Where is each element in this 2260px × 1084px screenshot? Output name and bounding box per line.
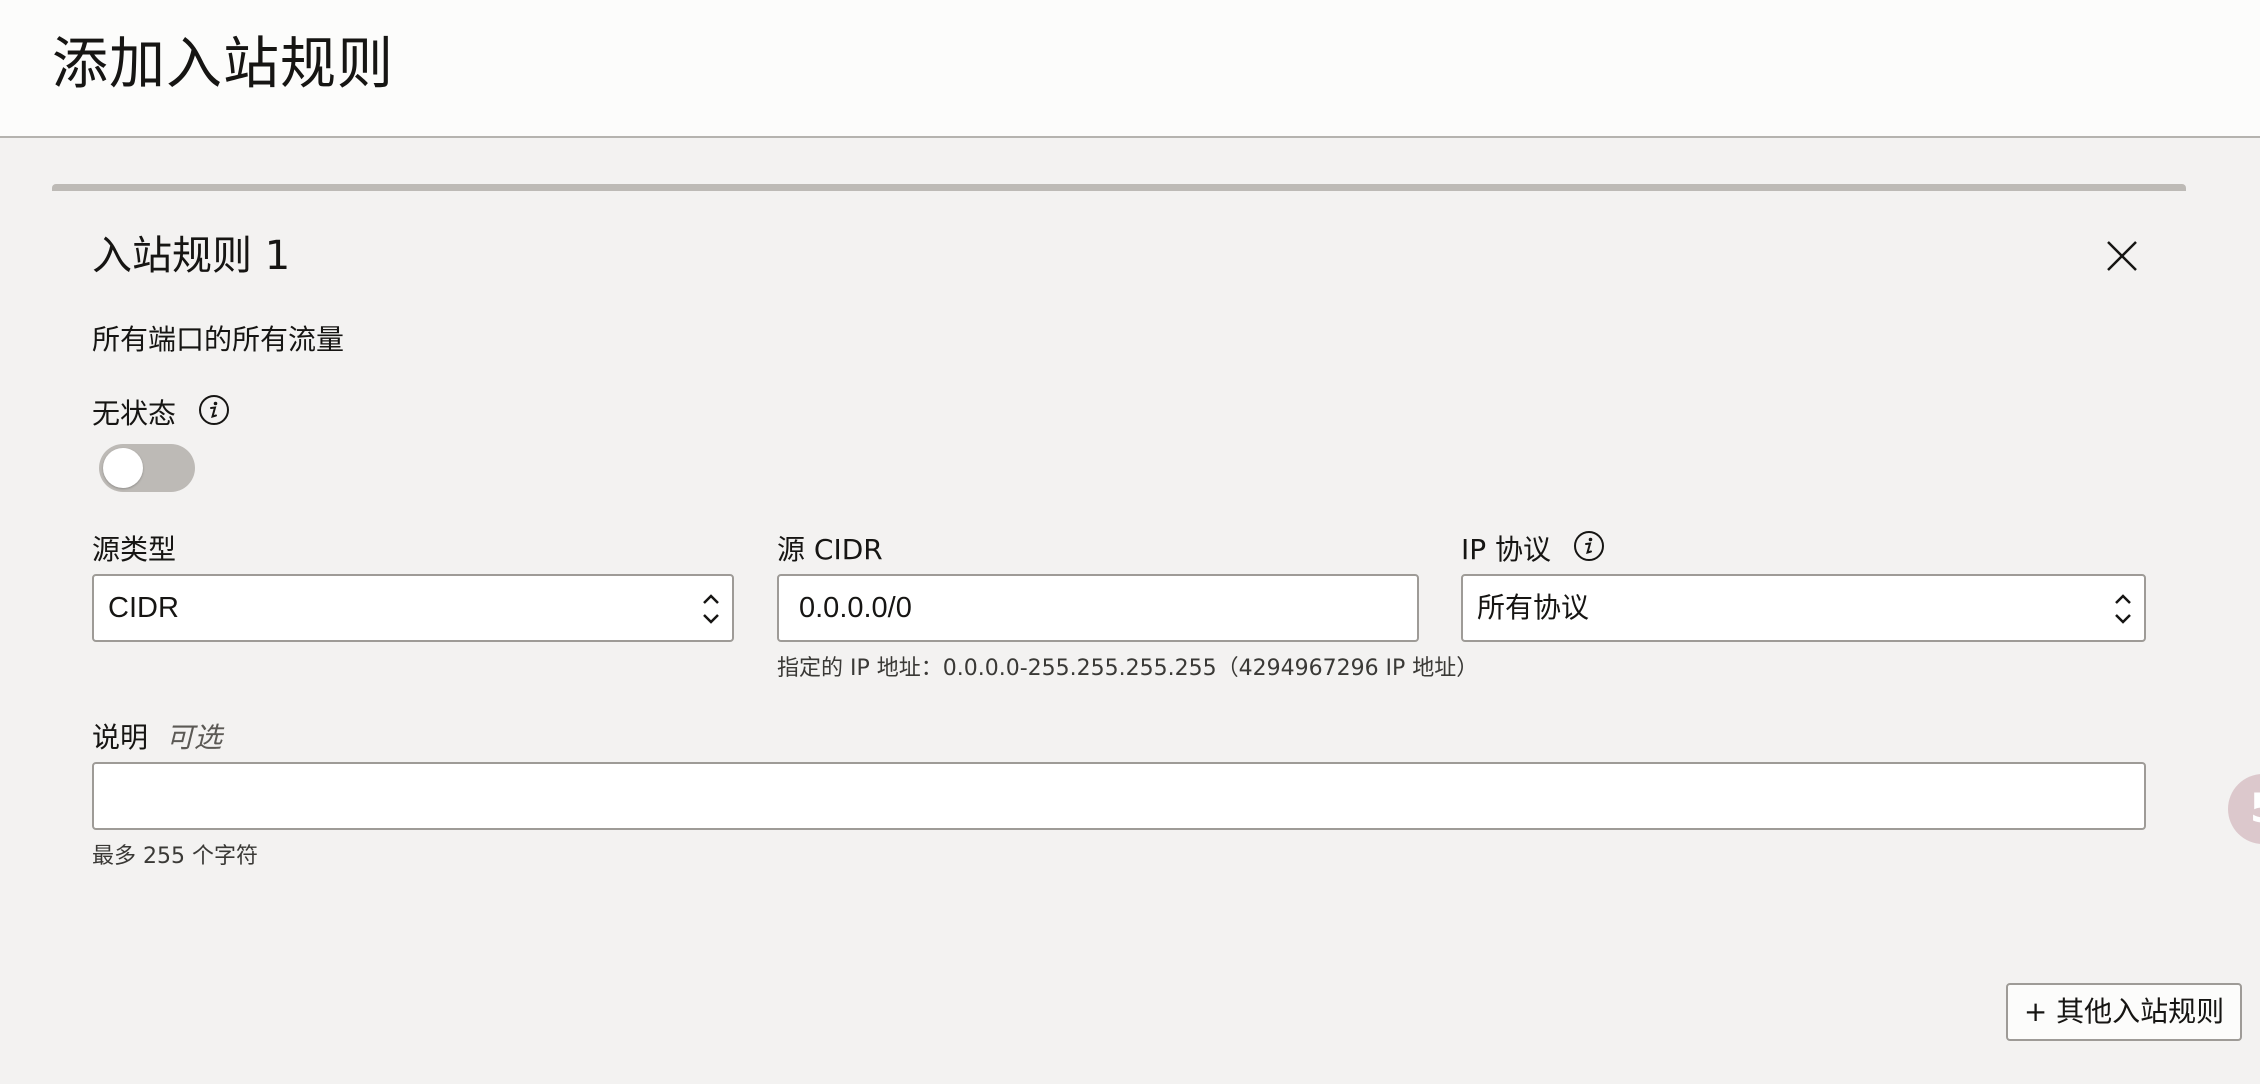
floating-help-badge[interactable]: 5 (2228, 774, 2260, 844)
page-header: 添加入站规则 (0, 0, 2260, 138)
description-optional-hint: 可选 (166, 721, 223, 754)
page-title: 添加入站规则 (52, 32, 394, 97)
rule-title: 入站规则 1 (92, 233, 291, 279)
description-input[interactable] (92, 762, 2146, 830)
ip-protocol-value: 所有协议 (1477, 591, 1590, 624)
floating-badge-text: 5 (2250, 786, 2260, 832)
source-type-select[interactable]: CIDR (92, 574, 734, 642)
source-cidr-label: 源 CIDR (777, 533, 883, 566)
ip-protocol-info-icon[interactable] (1573, 530, 1605, 562)
updown-chevron-icon (2115, 594, 2131, 624)
stateless-info-icon[interactable] (198, 394, 230, 426)
ip-protocol-select[interactable]: 所有协议 (1461, 574, 2146, 642)
source-cidr-help: 指定的 IP 地址：0.0.0.0-255.255.255.255（429496… (777, 656, 1479, 681)
source-type-value: CIDR (108, 592, 179, 624)
stateless-toggle[interactable] (99, 444, 195, 492)
description-label: 说明 (92, 721, 149, 754)
add-another-ingress-rule-button[interactable]: + 其他入站规则 (2006, 983, 2242, 1041)
source-type-label: 源类型 (92, 533, 177, 566)
rule-summary: 所有端口的所有流量 (92, 323, 345, 356)
description-help: 最多 255 个字符 (92, 844, 258, 869)
close-icon[interactable] (2100, 234, 2144, 278)
ip-protocol-label: IP 协议 (1461, 533, 1552, 566)
description-label-row: 说明 可选 (92, 720, 222, 756)
rule-card-top-border (52, 184, 2186, 191)
toggle-knob (103, 448, 143, 488)
stateless-label: 无状态 (92, 397, 177, 430)
source-cidr-value: 0.0.0.0/0 (799, 592, 912, 624)
updown-chevron-icon (703, 594, 719, 624)
source-cidr-input[interactable]: 0.0.0.0/0 (777, 574, 1419, 642)
